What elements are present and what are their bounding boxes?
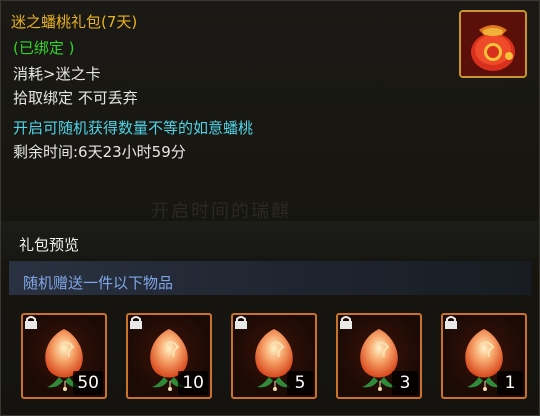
bind-rule-text: 拾取绑定 不可丢弃 — [13, 89, 138, 107]
lock-icon — [340, 316, 352, 329]
item-name: 迷之蟠桃礼包(7天) — [11, 13, 138, 31]
preview-item-slot[interactable]: 50 — [21, 313, 107, 399]
lock-icon — [130, 316, 142, 329]
item-quantity: 10 — [178, 371, 208, 395]
consume-text: 消耗>迷之卡 — [13, 65, 101, 83]
lock-icon — [25, 316, 37, 329]
bound-status: (已绑定 ) — [13, 39, 75, 57]
item-tooltip: 迷之蟠桃礼包(7天) (已绑定 ) 消耗>迷之卡 拾取绑定 不可丢弃 开启可随机… — [0, 0, 540, 416]
item-quantity: 3 — [392, 371, 418, 395]
lock-icon — [235, 316, 247, 329]
remaining-time: 剩余时间:6天23小时59分 — [13, 143, 186, 161]
lock-icon — [445, 316, 457, 329]
item-quantity: 5 — [287, 371, 313, 395]
watermark: 开启时间的瑞麒 — [151, 201, 291, 222]
random-note: 随机赠送一件以下物品 — [23, 274, 174, 292]
item-quantity: 50 — [73, 371, 103, 395]
item-quantity: 1 — [497, 371, 523, 395]
preview-title: 礼包预览 — [19, 236, 80, 254]
preview-header — [1, 221, 539, 259]
preview-item-slot[interactable]: 3 — [336, 313, 422, 399]
preview-item-slot[interactable]: 5 — [231, 313, 317, 399]
item-description: 开启可随机获得数量不等的如意蟠桃 — [13, 119, 254, 137]
preview-item-slot[interactable]: 10 — [126, 313, 212, 399]
red-gift-bag-icon — [459, 10, 527, 78]
preview-item-slot[interactable]: 1 — [441, 313, 527, 399]
